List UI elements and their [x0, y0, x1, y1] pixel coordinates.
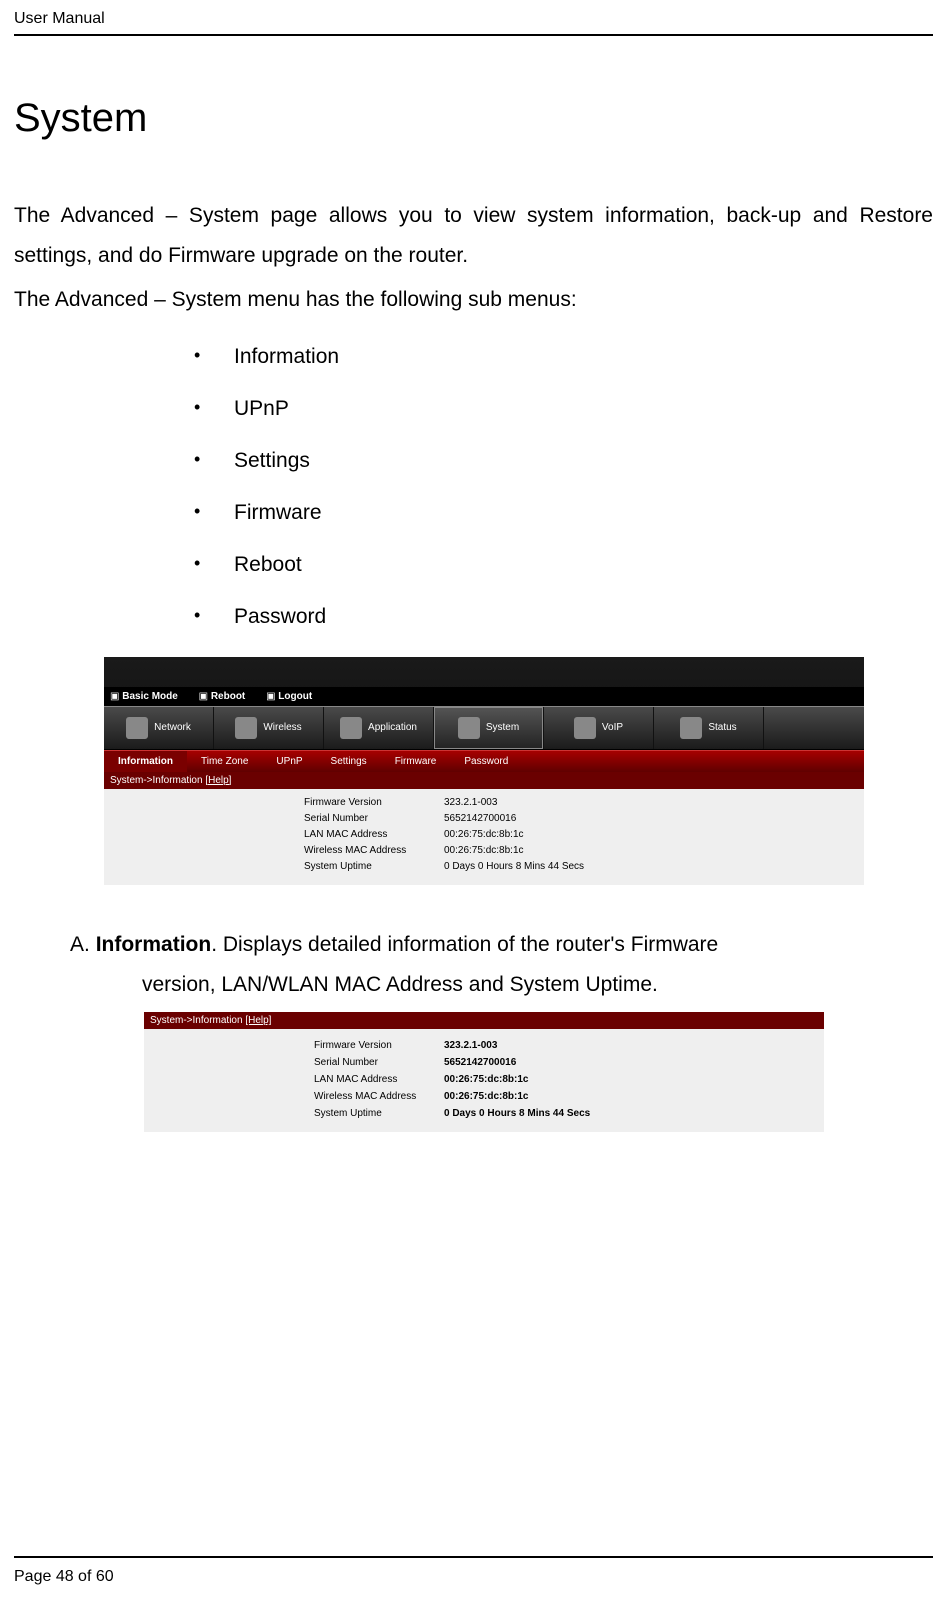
tab-system[interactable]: System: [434, 707, 544, 749]
router-branding-bar: [104, 657, 864, 687]
info-row: Firmware Version323.2.1-003: [304, 795, 864, 811]
intro-block: The Advanced – System page allows you to…: [14, 196, 933, 320]
subnav-firmware[interactable]: Firmware: [381, 751, 451, 772]
info-val: 00:26:75:dc:8b:1c: [444, 1071, 528, 1088]
info-panel-small: Firmware Version323.2.1-003 Serial Numbe…: [144, 1029, 824, 1132]
info-key: Firmware Version: [304, 795, 444, 811]
info-key: Firmware Version: [314, 1037, 444, 1054]
voip-icon: [574, 717, 596, 739]
tab-label: Wireless: [263, 722, 301, 733]
tab-voip[interactable]: VoIP: [544, 707, 654, 749]
section-a-text: . Displays detailed information of the r…: [211, 933, 718, 956]
submenu-list: Information UPnP Settings Firmware Reboo…: [194, 345, 933, 629]
page-title: System: [14, 96, 933, 141]
info-row: System Uptime0 Days 0 Hours 8 Mins 44 Se…: [314, 1105, 824, 1122]
subnav-upnp[interactable]: UPnP: [262, 751, 316, 772]
info-row: System Uptime0 Days 0 Hours 8 Mins 44 Se…: [304, 859, 864, 875]
submenu-item: Firmware: [194, 501, 933, 525]
info-val: 323.2.1-003: [444, 795, 497, 811]
tab-label: Network: [154, 722, 191, 733]
info-key: LAN MAC Address: [304, 827, 444, 843]
section-a-label: A.: [70, 933, 90, 956]
info-key: LAN MAC Address: [314, 1071, 444, 1088]
info-val: 00:26:75:dc:8b:1c: [444, 827, 524, 843]
breadcrumb-text: System->Information: [110, 775, 205, 786]
submenu-item: Password: [194, 605, 933, 629]
info-screenshot: System->Information [Help] Firmware Vers…: [144, 1012, 824, 1132]
intro-paragraph-1: The Advanced – System page allows you to…: [14, 196, 933, 276]
doc-header: User Manual: [14, 10, 933, 28]
breadcrumb-text: System->Information: [150, 1015, 245, 1026]
header-rule: [14, 34, 933, 36]
intro-paragraph-2: The Advanced – System menu has the follo…: [14, 280, 933, 320]
subnav-timezone[interactable]: Time Zone: [187, 751, 262, 772]
tab-label: VoIP: [602, 722, 623, 733]
router-breadcrumb: System->Information [Help]: [104, 772, 864, 789]
info-row: Wireless MAC Address00:26:75:dc:8b:1c: [314, 1088, 824, 1105]
info-key: Serial Number: [314, 1054, 444, 1071]
section-a-line2: version, LAN/WLAN MAC Address and System…: [70, 965, 933, 1005]
reboot-link[interactable]: ▣ Reboot: [199, 691, 246, 702]
info-row: LAN MAC Address00:26:75:dc:8b:1c: [304, 827, 864, 843]
network-icon: [126, 717, 148, 739]
info-row: Serial Number5652142700016: [314, 1054, 824, 1071]
info-key: Serial Number: [304, 811, 444, 827]
router-sub-nav: Information Time Zone UPnP Settings Firm…: [104, 750, 864, 772]
section-a-title: Information: [96, 933, 212, 956]
info-val: 00:26:75:dc:8b:1c: [444, 843, 524, 859]
page-number: Page 48: [14, 1568, 74, 1585]
router-main-tabs: Network Wireless Application System VoIP…: [104, 706, 864, 750]
footer-rule: [14, 1556, 933, 1558]
tab-network[interactable]: Network: [104, 707, 214, 749]
submenu-item: UPnP: [194, 397, 933, 421]
doc-footer: Page 48 of 60: [14, 1556, 933, 1586]
info-row: Serial Number5652142700016: [304, 811, 864, 827]
subnav-information[interactable]: Information: [104, 751, 187, 772]
router-info-panel: Firmware Version323.2.1-003 Serial Numbe…: [104, 789, 864, 885]
info-val: 5652142700016: [444, 1054, 516, 1071]
info-row: Wireless MAC Address00:26:75:dc:8b:1c: [304, 843, 864, 859]
tab-wireless[interactable]: Wireless: [214, 707, 324, 749]
info-val: 5652142700016: [444, 811, 516, 827]
info-val: 00:26:75:dc:8b:1c: [444, 1088, 528, 1105]
info-key: System Uptime: [314, 1105, 444, 1122]
info-row: Firmware Version323.2.1-003: [314, 1037, 824, 1054]
router-link-bar: ▣ Basic Mode ▣ Reboot ▣ Logout: [104, 687, 864, 706]
wireless-icon: [235, 717, 257, 739]
info-val: 0 Days 0 Hours 8 Mins 44 Secs: [444, 859, 584, 875]
submenu-item: Reboot: [194, 553, 933, 577]
info-key: System Uptime: [304, 859, 444, 875]
help-link[interactable]: [Help]: [245, 1015, 271, 1026]
tab-application[interactable]: Application: [324, 707, 434, 749]
subnav-settings[interactable]: Settings: [317, 751, 381, 772]
info-breadcrumb: System->Information [Help]: [144, 1012, 824, 1029]
info-key: Wireless MAC Address: [304, 843, 444, 859]
application-icon: [340, 717, 362, 739]
info-val: 0 Days 0 Hours 8 Mins 44 Secs: [444, 1105, 590, 1122]
submenu-item: Settings: [194, 449, 933, 473]
info-row: LAN MAC Address00:26:75:dc:8b:1c: [314, 1071, 824, 1088]
info-val: 323.2.1-003: [444, 1037, 497, 1054]
logout-link[interactable]: ▣ Logout: [266, 691, 312, 702]
system-icon: [458, 717, 480, 739]
submenu-item: Information: [194, 345, 933, 369]
info-key: Wireless MAC Address: [314, 1088, 444, 1105]
tab-label: Application: [368, 722, 417, 733]
router-screenshot: ▣ Basic Mode ▣ Reboot ▣ Logout Network W…: [104, 657, 864, 885]
page-of: of 60: [74, 1568, 114, 1585]
basic-mode-link[interactable]: ▣ Basic Mode: [110, 691, 178, 702]
section-a: A. Information. Displays detailed inform…: [70, 925, 933, 1005]
doc-header-title: User Manual: [14, 10, 105, 27]
subnav-password[interactable]: Password: [450, 751, 522, 772]
tab-status[interactable]: Status: [654, 707, 764, 749]
help-link[interactable]: [Help]: [205, 775, 231, 786]
status-icon: [680, 717, 702, 739]
tab-label: System: [486, 722, 519, 733]
tab-label: Status: [708, 722, 736, 733]
